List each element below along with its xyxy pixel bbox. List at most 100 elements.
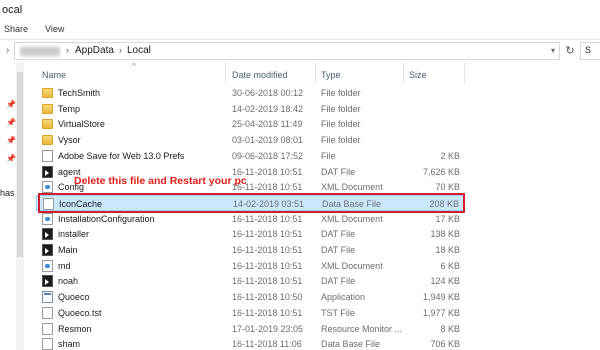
file-date-modified: 25-04-2018 11:49 <box>232 119 303 130</box>
file-date-modified: 16-11-2018 10:51 <box>232 307 303 318</box>
file-date-modified: 16-11-2018 10:51 <box>232 276 303 287</box>
file-type: DAT File <box>321 166 356 177</box>
sort-ascending-icon: ^ <box>132 62 136 71</box>
column-header-size[interactable]: Size <box>409 70 427 80</box>
column-divider[interactable] <box>315 62 316 84</box>
file-row[interactable]: installer 16-11-2018 10:51 DAT File 138 KB <box>36 226 464 242</box>
search-input[interactable]: S <box>580 42 600 60</box>
folder-icon <box>42 119 53 130</box>
file-type: XML Document <box>321 182 383 193</box>
file-row[interactable]: VirtualStore 25-04-2018 11:49 File folder <box>36 116 464 132</box>
file-name: Resmon <box>58 323 92 334</box>
dat-file-icon <box>42 275 53 288</box>
file-row[interactable]: Resmon 17-01-2019 23:05 Resource Monitor .… <box>36 321 464 337</box>
column-header-type[interactable]: Type <box>321 70 341 80</box>
file-size: 706 KB <box>430 339 460 350</box>
file-date-modified: 16-11-2018 10:51 <box>232 245 303 255</box>
file-name: Temp <box>58 103 81 114</box>
breadcrumb-separator-icon[interactable]: › <box>119 45 122 55</box>
file-size: 1,949 KB <box>422 292 460 303</box>
file-type: File folder <box>321 88 361 98</box>
breadcrumb-appdata[interactable]: AppData <box>75 45 114 56</box>
file-size: 1,977 KB <box>422 307 460 318</box>
file-date-modified: 17-01-2019 23:05 <box>232 323 304 334</box>
file-row[interactable]: md 16-11-2018 10:51 XML Document 6 KB <box>36 258 464 274</box>
file-name: VirtualStore <box>58 119 105 130</box>
breadcrumb-separator-icon[interactable]: › <box>66 45 69 55</box>
file-name: InstallationConfiguration <box>58 213 155 224</box>
file-icon <box>42 322 53 335</box>
file-type: File folder <box>321 103 361 114</box>
file-size: 7,626 KB <box>422 166 460 177</box>
file-name: md <box>58 260 71 271</box>
tab-share[interactable]: Share <box>4 24 28 34</box>
file-row[interactable]: Main 16-11-2018 10:51 DAT File 18 KB <box>36 242 464 258</box>
file-date-modified: 14-02-2019 18:42 <box>232 103 304 114</box>
file-date-modified: 03-01-2019 08:01 <box>232 135 304 146</box>
file-row[interactable]: Temp 14-02-2019 18:42 File folder <box>36 101 464 117</box>
file-type: TST File <box>321 307 355 318</box>
column-header-name[interactable]: Name <box>42 70 66 80</box>
file-type: XML Document <box>321 213 383 224</box>
dat-file-icon <box>42 244 53 256</box>
file-name: Main <box>58 245 78 255</box>
file-icon <box>42 306 53 319</box>
file-type: DAT File <box>321 276 356 287</box>
file-row[interactable]: Adobe Save for Web 13.0 Prefs 09-06-2018 … <box>36 148 464 164</box>
file-icon <box>42 149 53 162</box>
file-name: Quoeco.tst <box>58 307 102 318</box>
file-name: Vysor <box>58 135 81 146</box>
column-divider[interactable] <box>464 62 465 84</box>
file-date-modified: 30-06-2018 00:12 <box>232 88 304 98</box>
pin-icon[interactable]: 📌 <box>6 136 16 145</box>
file-size: 17 KB <box>435 213 460 224</box>
file-size: 18 KB <box>435 245 460 255</box>
file-name: Quoeco <box>58 292 90 303</box>
column-divider[interactable] <box>225 62 226 84</box>
tab-view[interactable]: View <box>45 24 64 34</box>
title-bar: ocal <box>0 0 600 20</box>
file-row[interactable]: noah 16-11-2018 10:51 DAT File 124 KB <box>36 273 464 289</box>
breadcrumb-local[interactable]: Local <box>127 45 151 56</box>
nav-chevron-icon[interactable]: › <box>6 45 9 56</box>
dat-file-icon <box>42 165 53 178</box>
file-date-modified: 16-11-2018 10:50 <box>232 292 303 303</box>
pin-icon[interactable]: 📌 <box>6 154 16 163</box>
folder-icon <box>42 103 53 114</box>
dat-file-icon <box>42 228 53 241</box>
file-row[interactable]: sham 16-11-2018 11:06 Data Base File 706 KB <box>36 336 464 350</box>
file-size: 138 KB <box>430 229 460 240</box>
file-row[interactable]: TechSmith 30-06-2018 00:12 File folder <box>36 85 464 101</box>
column-header-date[interactable]: Date modified <box>232 70 288 80</box>
file-type: File <box>321 150 336 161</box>
ribbon-tabs: Share View <box>0 20 600 40</box>
pin-icon[interactable]: 📌 <box>6 100 16 109</box>
xml-file-icon <box>42 212 53 225</box>
file-type: XML Document <box>321 260 383 271</box>
xml-file-icon <box>42 259 53 272</box>
file-row[interactable]: Quoeco.tst 16-11-2018 10:51 TST File 1,977 … <box>36 305 464 321</box>
file-name: noah <box>58 276 79 287</box>
annotation-label: Delete this file and Restart your pc <box>74 175 247 187</box>
file-icon <box>42 338 53 350</box>
address-dropdown-icon[interactable]: ▾ <box>551 46 555 55</box>
navigation-pane: 📌 📌 📌 📌 has <box>0 62 24 350</box>
file-row[interactable]: Quoeco 16-11-2018 10:50 Application 1,949 K… <box>36 289 464 305</box>
file-type: File folder <box>321 119 361 130</box>
search-label: S <box>585 45 592 55</box>
annotation-highlight-box <box>38 193 465 213</box>
nav-scrollbar-thumb[interactable] <box>17 72 23 257</box>
address-bar[interactable]: › AppData › Local ▾ <box>14 42 560 60</box>
pin-icon[interactable]: 📌 <box>6 118 16 127</box>
file-date-modified: 16-11-2018 10:51 <box>232 260 303 271</box>
refresh-icon[interactable]: ↻ <box>563 44 577 58</box>
file-size: 124 KB <box>430 276 460 287</box>
redacted-user-crumb <box>20 47 60 56</box>
file-type: File folder <box>321 135 361 146</box>
nav-item-fragment[interactable]: has <box>0 188 15 198</box>
file-size: 70 KB <box>435 182 460 193</box>
folder-icon <box>42 135 53 146</box>
folder-icon <box>42 88 53 98</box>
column-divider[interactable] <box>403 62 404 84</box>
file-row[interactable]: Vysor 03-01-2019 08:01 File folder <box>36 132 464 148</box>
